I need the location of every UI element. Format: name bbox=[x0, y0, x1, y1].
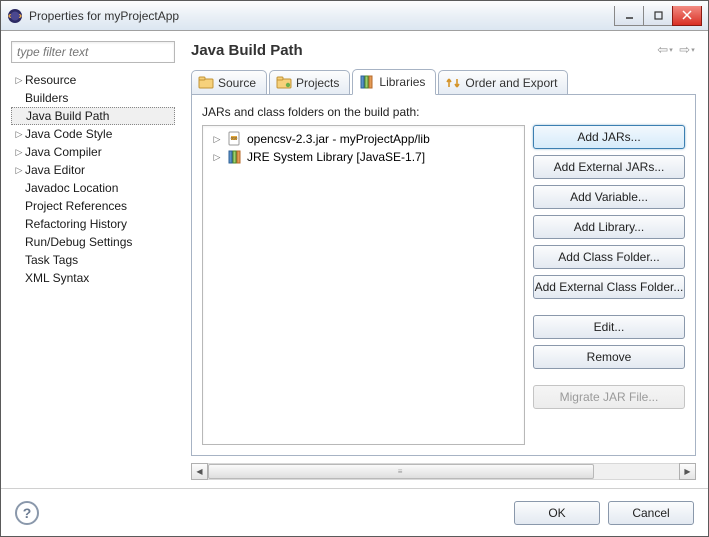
page-title: Java Build Path bbox=[191, 42, 303, 59]
scroll-thumb[interactable]: ≡ bbox=[208, 464, 594, 479]
sidebar-item-xml-syntax[interactable]: XML Syntax bbox=[11, 269, 175, 287]
sidebar-item-javadoc-location[interactable]: Javadoc Location bbox=[11, 179, 175, 197]
nav-back-button[interactable]: ⇦▾ bbox=[656, 41, 674, 59]
jar-file-icon: 010 bbox=[227, 131, 243, 147]
tab-order-export[interactable]: Order and Export bbox=[438, 70, 568, 94]
scroll-right-button[interactable]: ▶ bbox=[679, 463, 696, 480]
help-icon[interactable]: ? bbox=[15, 501, 39, 525]
sidebar-item-label: Project References bbox=[25, 199, 127, 213]
expand-arrow-icon: ▷ bbox=[13, 146, 25, 158]
sidebar-item-label: Refactoring History bbox=[25, 217, 127, 231]
jar-entry-label: JRE System Library [JavaSE-1.7] bbox=[247, 150, 425, 164]
svg-text:010: 010 bbox=[231, 136, 238, 141]
library-icon bbox=[359, 74, 375, 90]
tab-libraries[interactable]: Libraries bbox=[352, 69, 436, 95]
tab-label: Projects bbox=[296, 76, 339, 90]
add-external-jars-button[interactable]: Add External JARs... bbox=[533, 155, 685, 179]
add-variable-button[interactable]: Add Variable... bbox=[533, 185, 685, 209]
sidebar-item-label: Task Tags bbox=[25, 253, 78, 267]
migrate-jar-button: Migrate JAR File... bbox=[533, 385, 685, 409]
horizontal-scrollbar[interactable]: ◀ ≡ ▶ bbox=[191, 462, 696, 480]
sidebar: ▷ Resource Builders Java Build Path ▷ Ja… bbox=[1, 31, 185, 488]
window-title: Properties for myProjectApp bbox=[29, 9, 179, 23]
sidebar-item-builders[interactable]: Builders bbox=[11, 89, 175, 107]
sidebar-item-label: XML Syntax bbox=[25, 271, 89, 285]
sidebar-item-java-compiler[interactable]: ▷ Java Compiler bbox=[11, 143, 175, 161]
projects-icon bbox=[276, 75, 292, 91]
sidebar-item-run-debug-settings[interactable]: Run/Debug Settings bbox=[11, 233, 175, 251]
sidebar-item-label: Java Compiler bbox=[25, 145, 102, 159]
jar-entry-label: opencsv-2.3.jar - myProjectApp/lib bbox=[247, 132, 430, 146]
tabstrip: Source Projects Libraries Order and Expo… bbox=[191, 69, 696, 95]
jar-tree[interactable]: ▷ 010 opencsv-2.3.jar - myProjectApp/lib… bbox=[202, 125, 525, 445]
titlebar: Properties for myProjectApp bbox=[1, 1, 708, 31]
expand-arrow-icon: ▷ bbox=[13, 74, 25, 86]
add-class-folder-button[interactable]: Add Class Folder... bbox=[533, 245, 685, 269]
eclipse-icon bbox=[7, 8, 23, 24]
sidebar-item-label: Run/Debug Settings bbox=[25, 235, 132, 249]
order-export-icon bbox=[445, 75, 461, 91]
sidebar-item-java-code-style[interactable]: ▷ Java Code Style bbox=[11, 125, 175, 143]
tab-label: Libraries bbox=[379, 75, 425, 89]
tab-label: Order and Export bbox=[465, 76, 557, 90]
source-folder-icon bbox=[198, 75, 214, 91]
sidebar-item-refactoring-history[interactable]: Refactoring History bbox=[11, 215, 175, 233]
add-external-class-folder-button[interactable]: Add External Class Folder... bbox=[533, 275, 685, 299]
nav-forward-button[interactable]: ⇨▾ bbox=[678, 41, 696, 59]
expand-arrow-icon: ▷ bbox=[211, 134, 223, 145]
remove-button[interactable]: Remove bbox=[533, 345, 685, 369]
sidebar-item-java-build-path[interactable]: Java Build Path bbox=[11, 107, 175, 125]
sidebar-item-label: Java Code Style bbox=[25, 127, 112, 141]
expand-arrow-icon: ▷ bbox=[13, 128, 25, 140]
button-column: Add JARs... Add External JARs... Add Var… bbox=[533, 125, 685, 445]
close-button[interactable] bbox=[672, 6, 702, 26]
sidebar-item-label: Resource bbox=[25, 73, 76, 87]
sidebar-item-java-editor[interactable]: ▷ Java Editor bbox=[11, 161, 175, 179]
edit-button[interactable]: Edit... bbox=[533, 315, 685, 339]
content-pane: Java Build Path ⇦▾ ⇨▾ Source Projects bbox=[185, 31, 708, 488]
expand-arrow-icon: ▷ bbox=[211, 152, 223, 163]
sidebar-item-label: Java Build Path bbox=[26, 109, 109, 123]
cancel-button[interactable]: Cancel bbox=[608, 501, 694, 525]
tab-source[interactable]: Source bbox=[191, 70, 267, 94]
sidebar-item-task-tags[interactable]: Task Tags bbox=[11, 251, 175, 269]
library-books-icon bbox=[227, 149, 243, 165]
filter-input[interactable] bbox=[11, 41, 175, 63]
add-library-button[interactable]: Add Library... bbox=[533, 215, 685, 239]
sidebar-item-label: Builders bbox=[25, 91, 68, 105]
sidebar-item-label: Java Editor bbox=[25, 163, 85, 177]
add-jars-button[interactable]: Add JARs... bbox=[533, 125, 685, 149]
tab-projects[interactable]: Projects bbox=[269, 70, 350, 94]
maximize-button[interactable] bbox=[643, 6, 673, 26]
minimize-button[interactable] bbox=[614, 6, 644, 26]
scroll-track[interactable]: ≡ bbox=[208, 463, 679, 480]
footer: ? OK Cancel bbox=[1, 488, 708, 536]
sidebar-item-label: Javadoc Location bbox=[25, 181, 118, 195]
expand-arrow-icon: ▷ bbox=[13, 164, 25, 176]
ok-button[interactable]: OK bbox=[514, 501, 600, 525]
jar-entry[interactable]: ▷ JRE System Library [JavaSE-1.7] bbox=[207, 148, 520, 166]
category-tree[interactable]: ▷ Resource Builders Java Build Path ▷ Ja… bbox=[11, 71, 175, 287]
sidebar-item-project-references[interactable]: Project References bbox=[11, 197, 175, 215]
tab-body-libraries: JARs and class folders on the build path… bbox=[191, 95, 696, 456]
scroll-left-button[interactable]: ◀ bbox=[191, 463, 208, 480]
jars-label: JARs and class folders on the build path… bbox=[202, 105, 685, 119]
jar-entry[interactable]: ▷ 010 opencsv-2.3.jar - myProjectApp/lib bbox=[207, 130, 520, 148]
sidebar-item-resource[interactable]: ▷ Resource bbox=[11, 71, 175, 89]
tab-label: Source bbox=[218, 76, 256, 90]
